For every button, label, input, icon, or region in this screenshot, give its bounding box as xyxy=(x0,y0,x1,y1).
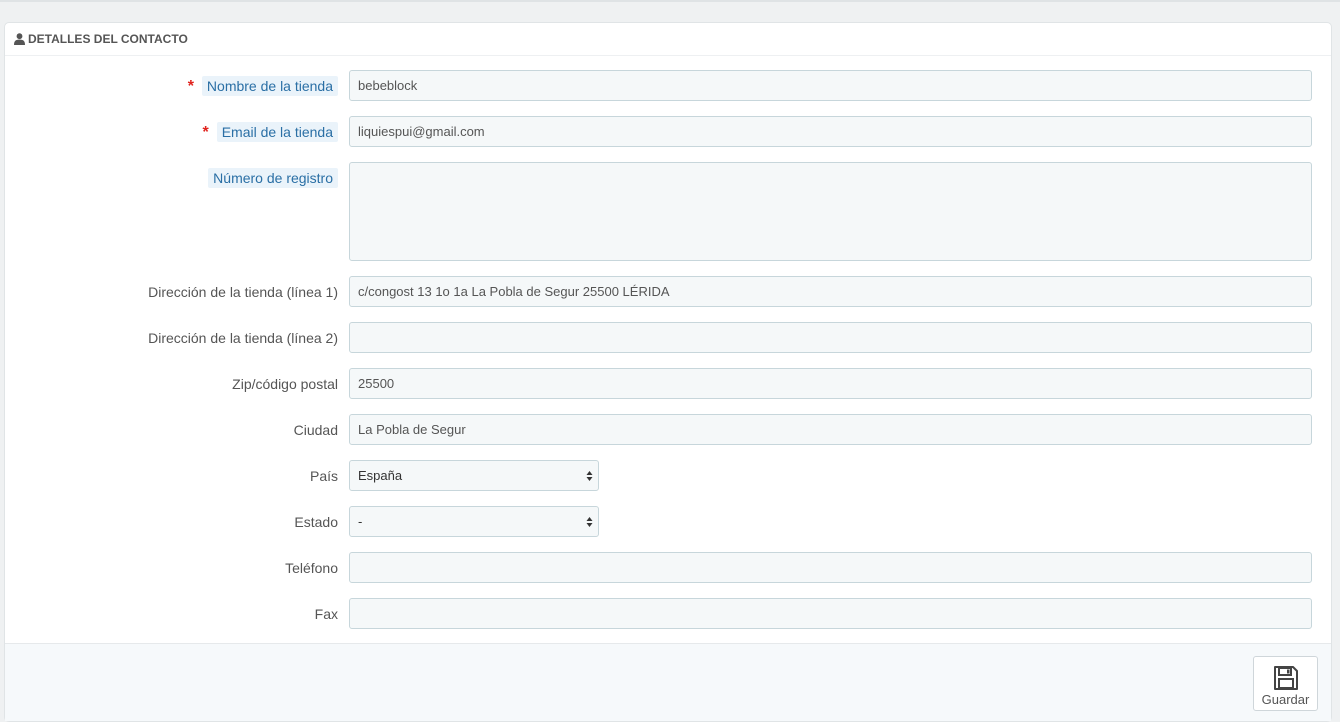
state-label: Estado xyxy=(294,513,338,530)
panel-footer xyxy=(5,643,1331,721)
form-row-city: Ciudad La Pobla de Segur xyxy=(5,414,1331,445)
form-row-address1: Dirección de la tienda (línea 1) c/congo… xyxy=(5,276,1331,307)
address1-label: Dirección de la tienda (línea 1) xyxy=(148,283,338,300)
store-email-value: liquiespui@gmail.com xyxy=(358,124,485,139)
form-row-state: Estado - xyxy=(5,506,1331,537)
registration-number-label: Número de registro xyxy=(208,162,338,193)
contact-details-panel: DETALLES DEL CONTACTO * Nombre de la tie… xyxy=(4,22,1332,722)
phone-label: Teléfono xyxy=(285,559,338,576)
store-email-label-text[interactable]: Email de la tienda xyxy=(216,121,338,142)
save-button-label: Guardar xyxy=(1261,692,1310,707)
city-label: Ciudad xyxy=(293,421,338,438)
country-label: País xyxy=(309,467,338,484)
user-icon xyxy=(14,33,25,45)
zip-label: Zip/código postal xyxy=(232,375,338,392)
required-star: * xyxy=(187,77,194,95)
registration-number-label-text[interactable]: Número de registro xyxy=(208,167,338,188)
top-separator xyxy=(0,0,1340,2)
state-select[interactable]: - xyxy=(349,506,599,537)
panel-heading: DETALLES DEL CONTACTO xyxy=(5,23,1331,56)
registration-number-textarea[interactable] xyxy=(349,162,1312,261)
form-row-fax: Fax xyxy=(5,598,1331,629)
form-row-store-email: * Email de la tienda liquiespui@gmail.co… xyxy=(5,116,1331,147)
select-arrows-icon xyxy=(586,471,593,481)
address1-input[interactable]: c/congost 13 1o 1a La Pobla de Segur 255… xyxy=(349,276,1312,307)
state-selected: - xyxy=(358,514,363,529)
panel-title: DETALLES DEL CONTACTO xyxy=(28,32,188,46)
required-star: * xyxy=(202,123,209,141)
zip-value: 25500 xyxy=(358,376,395,391)
country-select[interactable]: España xyxy=(349,460,599,491)
form-row-country: País España xyxy=(5,460,1331,491)
store-name-input[interactable]: bebeblock xyxy=(349,70,1312,101)
form-row-address2: Dirección de la tienda (línea 2) xyxy=(5,322,1331,353)
form-row-registration-number: Número de registro xyxy=(5,162,1331,261)
select-arrows-icon xyxy=(586,517,593,527)
address1-value: c/congost 13 1o 1a La Pobla de Segur 255… xyxy=(358,284,670,299)
store-email-input[interactable]: liquiespui@gmail.com xyxy=(349,116,1312,147)
fax-label: Fax xyxy=(314,605,338,622)
address2-input[interactable] xyxy=(349,322,1312,353)
form-row-store-name: * Nombre de la tienda bebeblock xyxy=(5,70,1331,101)
store-name-label-text[interactable]: Nombre de la tienda xyxy=(201,75,338,96)
fax-input[interactable] xyxy=(349,598,1312,629)
form-row-zip: Zip/código postal 25500 xyxy=(5,368,1331,399)
form-row-phone: Teléfono xyxy=(5,552,1331,583)
store-name-label: * Nombre de la tienda xyxy=(188,70,338,101)
save-button[interactable]: Guardar xyxy=(1253,656,1318,711)
save-icon xyxy=(1273,666,1298,690)
store-email-label: * Email de la tienda xyxy=(202,116,338,147)
address2-label: Dirección de la tienda (línea 2) xyxy=(148,329,338,346)
country-selected: España xyxy=(358,468,403,483)
store-name-value: bebeblock xyxy=(358,78,418,93)
zip-input[interactable]: 25500 xyxy=(349,368,1312,399)
phone-input[interactable] xyxy=(349,552,1312,583)
city-value: La Pobla de Segur xyxy=(358,422,466,437)
city-input[interactable]: La Pobla de Segur xyxy=(349,414,1312,445)
